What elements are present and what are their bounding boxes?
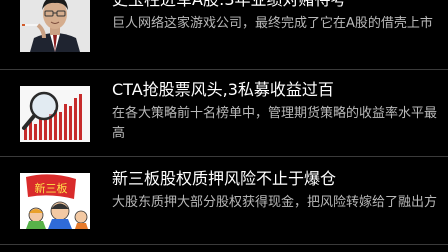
person-smoking-photo: [20, 0, 90, 52]
news-title: 新三板股权质押风险不止于爆仓: [112, 169, 337, 188]
news-summary: 大股东质押大部分股权获得现金，把风险转嫁给了融出方: [112, 195, 438, 210]
divider: [0, 244, 448, 245]
news-item[interactable]: 史玉柱进军A股:3年业绩对赌待考 巨人网络这家游戏公司，最终完成了它在A股的借壳…: [0, 0, 448, 68]
cartoon-banner-photo: 新三板: [20, 173, 90, 229]
news-title: CTA抢股票风头,3私募收益过百: [112, 80, 334, 99]
bar-chart-magnifier-photo: [20, 86, 90, 142]
news-item[interactable]: 新三板 新三板股权质押风险不止于爆仓 大股东质押大部分股权获得现金，把风险转嫁给…: [0, 157, 448, 252]
banner-text: 新三板: [35, 181, 68, 195]
news-title: 史玉柱进军A股:3年业绩对赌待考: [112, 0, 440, 10]
news-summary: 巨人网络这家游戏公司，最终完成了它在A股的借壳上市: [112, 16, 433, 31]
news-summary: 在各大策略前十名榜单中，管理期货策略的收益率水平最高: [112, 106, 438, 141]
news-list: 史玉柱进军A股:3年业绩对赌待考 巨人网络这家游戏公司，最终完成了它在A股的借壳…: [0, 0, 448, 252]
news-item[interactable]: CTA抢股票风头,3私募收益过百 在各大策略前十名榜单中，管理期货策略的收益率水…: [0, 70, 448, 152]
